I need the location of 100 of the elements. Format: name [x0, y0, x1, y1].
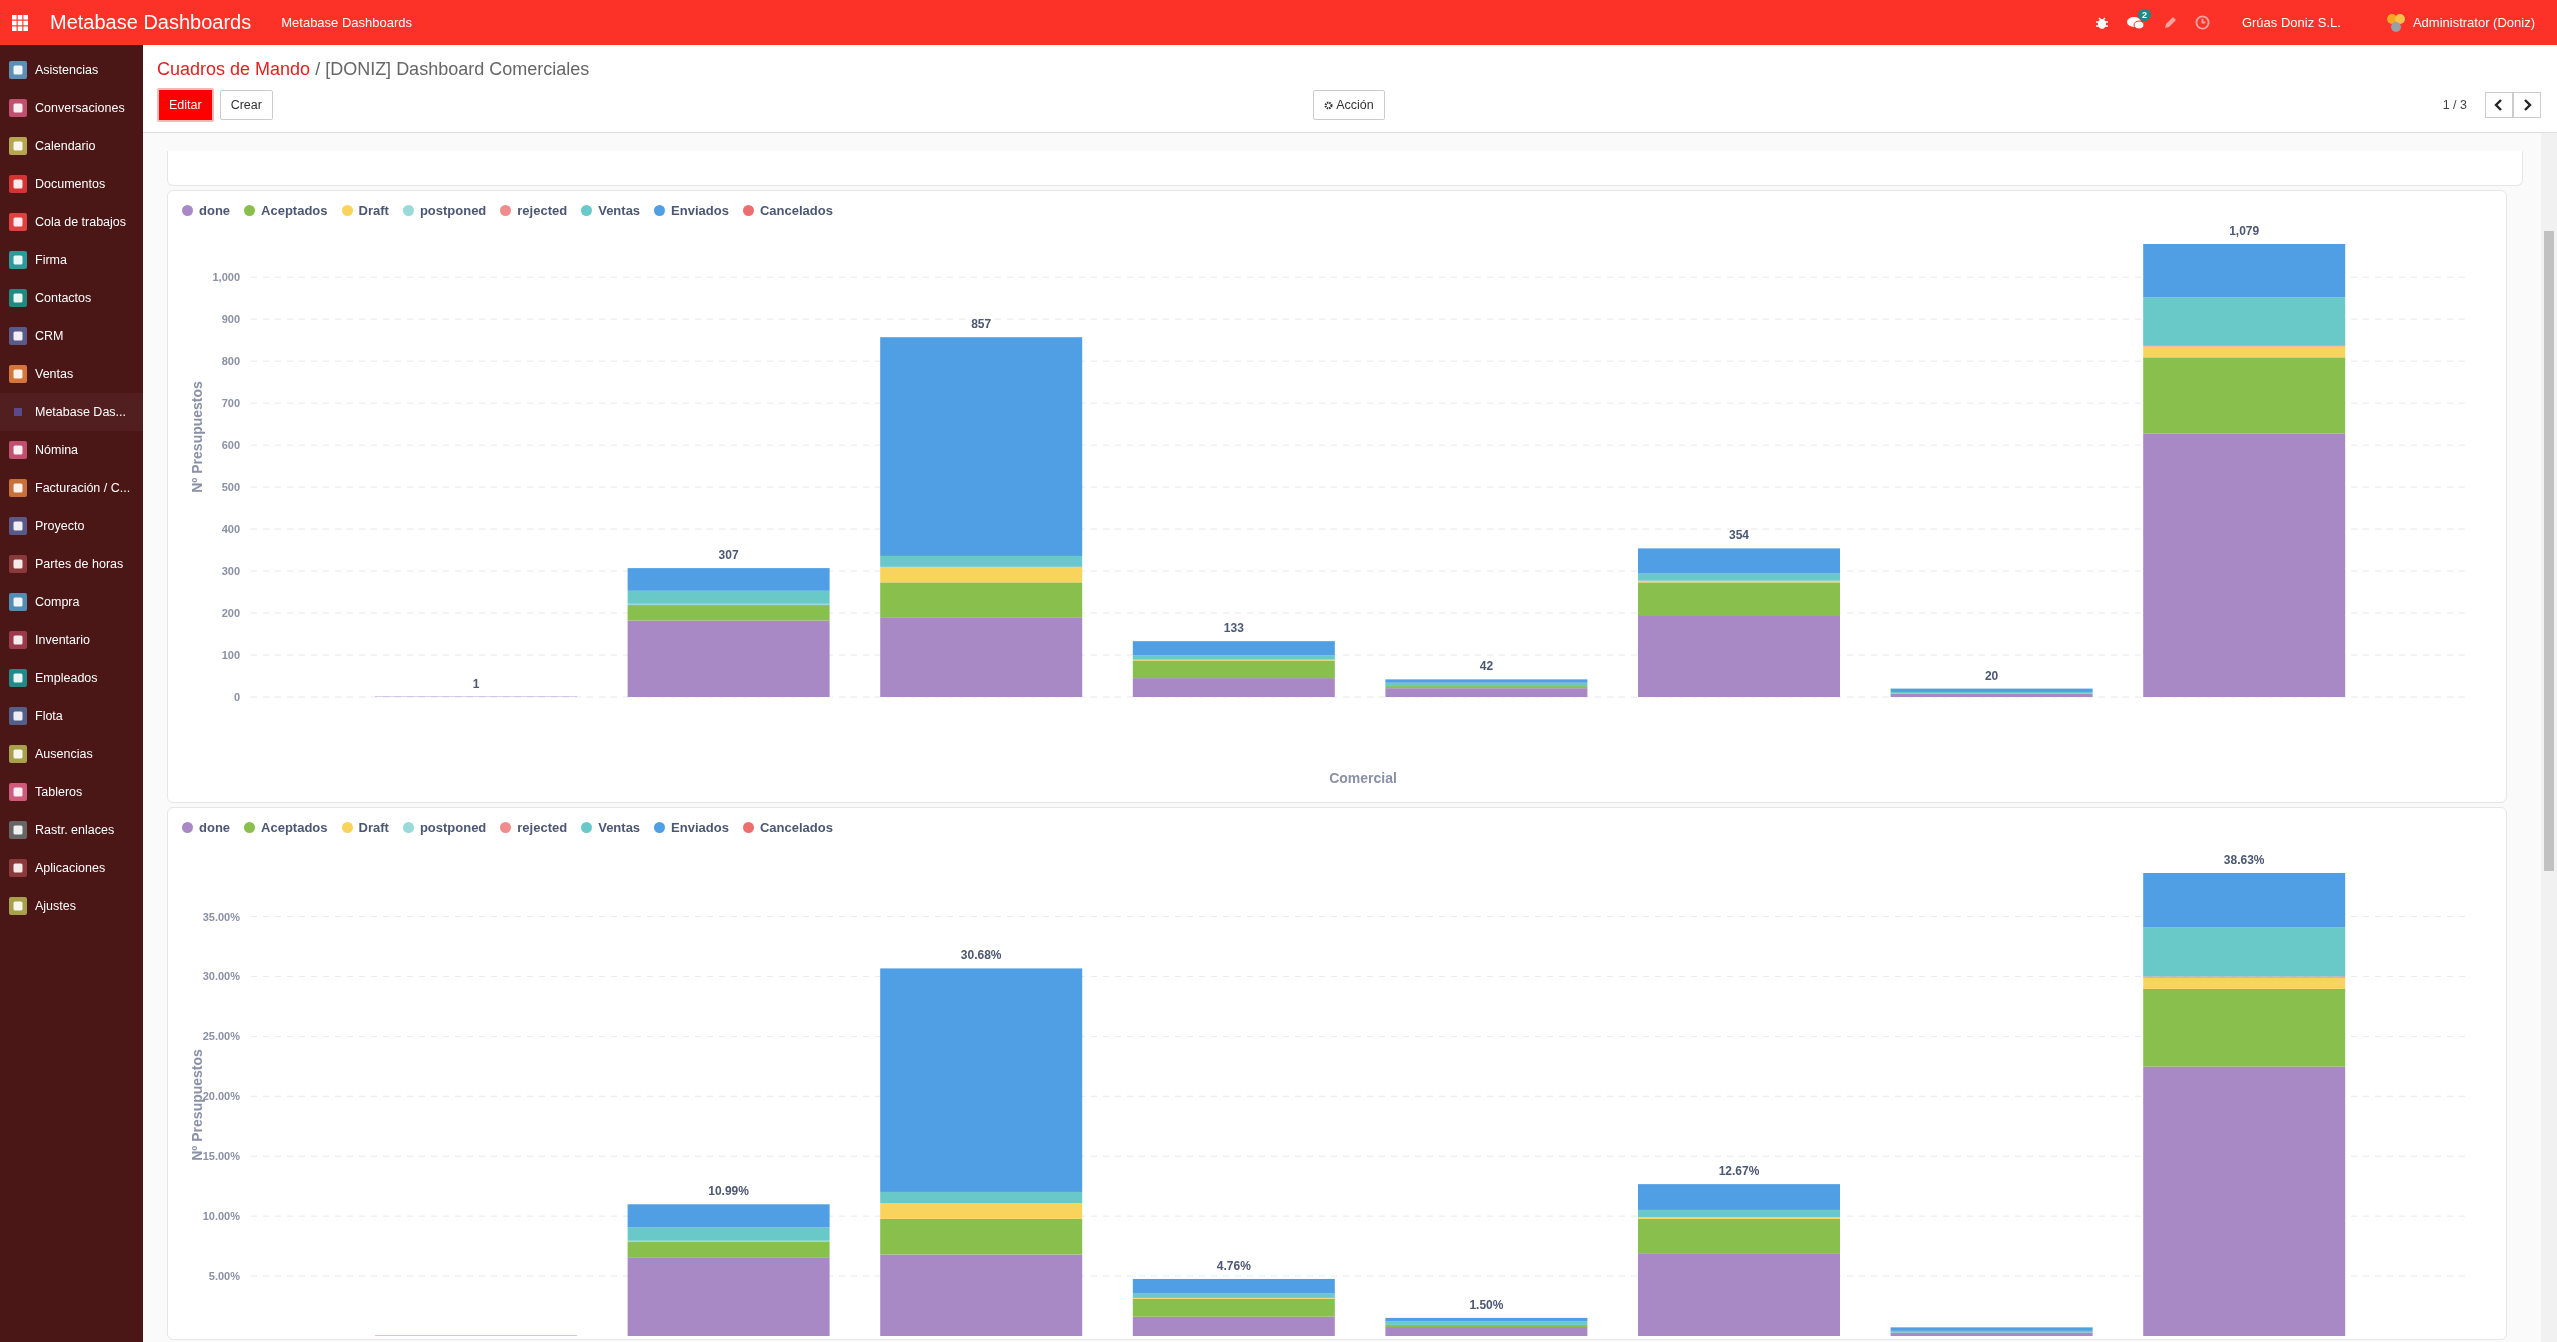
breadcrumb-current: / [DONIZ] Dashboard Comerciales — [315, 59, 590, 79]
sidebar-label: Tableros — [35, 785, 83, 799]
sidebar-item[interactable]: Rastr. enlaces — [0, 811, 143, 849]
sidebar-label: Facturación / C... — [35, 481, 131, 495]
axis-tick-label: 1,000 — [212, 271, 240, 284]
legend-label[interactable]: Cancelados — [759, 820, 833, 835]
legend-label[interactable]: Draft — [358, 203, 389, 218]
data-label: 30.68% — [960, 948, 1002, 963]
sidebar-label: Aplicaciones — [35, 861, 106, 875]
axis-tick-label: 35.00% — [202, 910, 240, 923]
legend-label[interactable]: rejected — [517, 203, 568, 218]
data-label: 4.76% — [1216, 1258, 1251, 1273]
axis-tick-label: 5.00% — [208, 1270, 240, 1283]
data-label: 354 — [1729, 528, 1749, 543]
action-button[interactable]: Acción — [1313, 90, 1385, 120]
sidebar-item[interactable]: Ventas — [0, 355, 143, 393]
chevron-left-icon — [2494, 99, 2504, 111]
sidebar-item[interactable]: CRM — [0, 317, 143, 355]
sidebar-label: Rastr. enlaces — [35, 823, 115, 837]
sidebar-item[interactable]: Asistencias — [0, 51, 143, 89]
axis-tick-label: 25.00% — [202, 1030, 240, 1043]
company-switcher[interactable]: Grúas Doniz S.L. — [2241, 15, 2341, 30]
legend-label[interactable]: Aceptados — [261, 820, 328, 835]
axis-tick-label: 100 — [221, 649, 240, 661]
legend-label[interactable]: rejected — [517, 820, 568, 835]
legend-label[interactable]: Enviados — [671, 203, 729, 218]
data-label: 1 — [472, 676, 480, 691]
avatar-icon — [2384, 11, 2407, 34]
next-button[interactable] — [2513, 92, 2541, 118]
data-label: 10.99% — [708, 1184, 749, 1199]
sidebar-item[interactable]: Empleados — [0, 659, 143, 697]
previous-button[interactable] — [2485, 92, 2513, 118]
axis-tick-label: 15.00% — [202, 1150, 240, 1163]
legend-label[interactable]: done — [199, 820, 231, 835]
legend-label[interactable]: postponed — [419, 820, 487, 835]
sidebar-label: CRM — [35, 329, 64, 343]
sidebar-item[interactable]: Metabase Das... — [0, 393, 143, 431]
sidebar-label: Metabase Das... — [35, 405, 126, 419]
legend-label[interactable]: postponed — [419, 203, 487, 218]
sidebar-label: Proyecto — [35, 519, 85, 533]
sidebar-item[interactable]: Proyecto — [0, 507, 143, 545]
sidebar-item[interactable]: Partes de horas — [0, 545, 143, 583]
sidebar-label: Ajustes — [35, 899, 76, 913]
sidebar-label: Nómina — [35, 443, 79, 457]
sidebar-item[interactable]: Inventario — [0, 621, 143, 659]
data-label: 1,079 — [2229, 224, 2260, 238]
sidebar-label: Flota — [35, 709, 63, 723]
sidebar-item[interactable]: Conversaciones — [0, 89, 143, 127]
sidebar-item[interactable]: Aplicaciones — [0, 849, 143, 887]
sidebar-item[interactable]: Tableros — [0, 773, 143, 811]
axis-tick-label: 200 — [221, 607, 240, 620]
sidebar-label: Contactos — [35, 291, 92, 305]
sidebar-item[interactable]: Cola de trabajos — [0, 203, 143, 241]
sidebar-label: Conversaciones — [35, 101, 125, 115]
legend-label[interactable]: Enviados — [671, 820, 729, 835]
data-label: 1.50% — [1469, 1297, 1504, 1312]
pencil-icon[interactable] — [2162, 15, 2177, 30]
sidebar-item[interactable]: Facturación / C... — [0, 469, 143, 507]
user-menu[interactable]: Administrator (Doniz) — [2412, 15, 2535, 30]
scrollbar[interactable] — [2541, 133, 2557, 1342]
sidebar-item[interactable]: Compra — [0, 583, 143, 621]
sidebar-label: Compra — [35, 595, 80, 609]
menu-link[interactable]: Metabase Dashboards — [281, 15, 413, 30]
pager-counter: 1 / 3 — [2442, 98, 2467, 112]
sidebar-label: Firma — [35, 253, 67, 267]
data-label: 42 — [1479, 659, 1494, 674]
sidebar-item[interactable]: Ajustes — [0, 887, 143, 925]
breadcrumb-link[interactable]: Cuadros de Mando — [157, 59, 311, 79]
sidebar-label: Calendario — [35, 139, 96, 153]
create-button[interactable]: Crear — [219, 90, 273, 120]
apps-grid-icon[interactable] — [12, 14, 28, 31]
clock-icon[interactable] — [2194, 15, 2210, 30]
sidebar-item[interactable]: Calendario — [0, 127, 143, 165]
legend-label[interactable]: Aceptados — [261, 203, 328, 218]
sidebar-item[interactable]: Ausencias — [0, 735, 143, 773]
sidebar-label: Empleados — [35, 671, 98, 685]
notification-badge: 2 — [2137, 8, 2151, 21]
sidebar-label: Partes de horas — [35, 557, 124, 571]
legend-label[interactable]: Ventas — [598, 203, 641, 218]
sidebar-item[interactable]: Contactos — [0, 279, 143, 317]
axis-title: Nº Presupuestos — [189, 381, 205, 493]
axis-tick-label: 700 — [221, 397, 240, 410]
edit-button[interactable]: Editar — [157, 88, 214, 122]
legend-label[interactable]: done — [199, 203, 231, 218]
axis-tick-label: 10.00% — [202, 1210, 240, 1223]
sidebar-item[interactable]: Nómina — [0, 431, 143, 469]
sidebar-label: Ausencias — [35, 747, 93, 761]
axis-tick-label: 900 — [221, 313, 240, 326]
sidebar-item[interactable]: Firma — [0, 241, 143, 279]
sidebar-label: Ventas — [35, 367, 74, 381]
data-label: 857 — [971, 317, 992, 332]
legend-label[interactable]: Ventas — [598, 820, 641, 835]
sidebar-item[interactable]: Documentos — [0, 165, 143, 203]
sidebar-label: Inventario — [35, 633, 90, 647]
axis-tick-label: 300 — [221, 565, 240, 578]
bug-icon[interactable] — [2094, 15, 2109, 30]
app-title: Metabase Dashboards — [50, 11, 252, 34]
legend-label[interactable]: Cancelados — [759, 203, 833, 218]
sidebar-item[interactable]: Flota — [0, 697, 143, 735]
legend-label[interactable]: Draft — [358, 820, 389, 835]
